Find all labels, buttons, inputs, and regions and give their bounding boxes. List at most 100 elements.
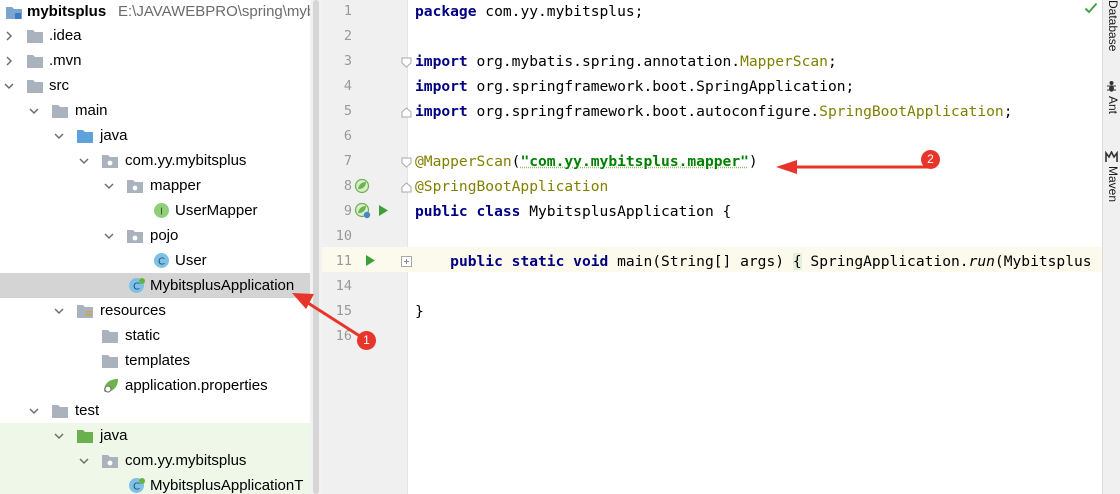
code-line-9[interactable]: public class MybitsplusApplication { [415, 199, 731, 224]
tree-item-static[interactable]: static [0, 323, 310, 348]
code-token: org.springframework.boot.SpringApplicati… [467, 78, 855, 95]
tree-item-root[interactable]: mybitsplus E:\JAVAWEBPRO\spring\mybt [0, 0, 319, 24]
folder-icon [51, 102, 69, 119]
tree-item-test-java[interactable]: java [0, 423, 322, 448]
tree-scrollbar-thumb[interactable] [313, 0, 319, 494]
tool-window-ant-tab[interactable]: Ant [1103, 96, 1120, 114]
tree-item-label: main [75, 102, 108, 119]
tool-window-maven-tab[interactable]: Maven [1103, 166, 1120, 202]
chevron-down-icon[interactable] [52, 298, 66, 323]
test-source-folder-icon [76, 427, 94, 444]
tree-item-resources[interactable]: resources [0, 298, 310, 323]
code-token: com.yy.mybitsplus; [476, 3, 644, 20]
code-line-3[interactable]: import org.mybatis.spring.annotation.Map… [415, 49, 837, 74]
run-icon[interactable] [365, 254, 376, 272]
fold-start-icon[interactable] [401, 155, 412, 168]
tree-item-mvn[interactable]: .mvn [0, 48, 310, 73]
code-token: @MapperScan [415, 153, 512, 170]
run-icon[interactable] [378, 204, 389, 222]
spring-bean-gutter-icon[interactable] [354, 202, 372, 224]
line-number: 11 [335, 253, 352, 269]
code-token: (Mybitsplus [994, 253, 1092, 270]
chevron-down-icon[interactable] [52, 123, 66, 148]
tree-item-java[interactable]: java [0, 123, 310, 148]
code-line-4[interactable]: import org.springframework.boot.SpringAp… [415, 74, 854, 99]
tree-item-label: src [49, 77, 69, 94]
folder-icon [26, 77, 44, 94]
tree-item-label: com.yy.mybitsplus [125, 452, 247, 469]
tree-item-label: User [175, 252, 207, 269]
chevron-down-icon[interactable] [102, 173, 116, 198]
right-tool-strip [1102, 0, 1120, 494]
code-token: public class [415, 203, 521, 220]
chevron-down-icon[interactable] [77, 148, 91, 173]
line-number: 6 [343, 128, 352, 144]
code-token: public static void [450, 253, 609, 270]
tree-item-package[interactable]: com.yy.mybitsplus [0, 148, 310, 173]
fold-expand-icon[interactable] [401, 254, 412, 267]
tree-item-mybitsplusapplication[interactable]: C MybitsplusApplication [0, 273, 322, 298]
tree-item-usermapper[interactable]: I UserMapper [0, 198, 310, 223]
code-token: main(String[] args) [608, 253, 793, 270]
tree-item-application-properties[interactable]: application.properties [0, 373, 310, 398]
tree-item-idea[interactable]: .idea [0, 23, 310, 48]
class-icon-letter: C [133, 282, 140, 293]
fold-end-icon[interactable] [401, 180, 412, 193]
tree-item-templates[interactable]: templates [0, 348, 310, 373]
code-line-5[interactable]: import org.springframework.boot.autoconf… [415, 99, 1012, 124]
line-number: 9 [343, 203, 352, 219]
tree-item-pojo[interactable]: pojo [0, 223, 310, 248]
package-icon [101, 152, 119, 169]
annotation-badge-2: 2 [921, 150, 940, 169]
code-token: import [415, 103, 468, 120]
chevron-down-icon[interactable] [27, 98, 41, 123]
code-token: import [415, 53, 468, 70]
tree-item-label: MybitsplusApplicationT [150, 477, 304, 494]
tree-item-test[interactable]: test [0, 398, 310, 423]
tree-item-label: java [100, 127, 128, 144]
resources-folder-icon [76, 302, 94, 319]
tree-item-label: static [125, 327, 161, 344]
tree-item-user[interactable]: C User [0, 248, 310, 273]
tree-item-label: resources [100, 302, 166, 319]
tree-item-mapper[interactable]: mapper [0, 173, 310, 198]
line-number: 2 [343, 28, 352, 44]
tool-window-database-tab[interactable]: Database [1103, 0, 1120, 51]
properties-file-icon [102, 377, 120, 394]
code-token: run [968, 253, 995, 270]
package-icon [126, 177, 144, 194]
chevron-down-icon[interactable] [2, 73, 16, 98]
spring-boot-class-icon: C [128, 277, 146, 294]
code-line-7[interactable]: @MapperScan("com.yy.mybitsplus.mapper") [415, 149, 758, 174]
class-icon-letter: C [158, 257, 165, 268]
chevron-down-icon[interactable] [27, 398, 41, 423]
chevron-down-icon[interactable] [52, 423, 66, 448]
spring-bean-gutter-icon[interactable] [354, 178, 370, 199]
tree-item-label: java [100, 427, 128, 444]
code-line-1[interactable]: package com.yy.mybitsplus; [415, 0, 643, 24]
package-icon [101, 452, 119, 469]
code-line-15[interactable]: } [415, 299, 424, 324]
chevron-down-icon[interactable] [102, 223, 116, 248]
tree-item-src[interactable]: src [0, 73, 310, 98]
class-icon-letter: C [133, 482, 140, 493]
chevron-right-icon[interactable] [2, 23, 16, 48]
tree-item-main[interactable]: main [0, 98, 310, 123]
fold-end-icon[interactable] [401, 105, 412, 118]
fold-start-icon[interactable] [401, 55, 412, 68]
folder-icon [101, 327, 119, 344]
chevron-right-icon[interactable] [2, 48, 16, 73]
chevron-down-icon[interactable] [77, 448, 91, 473]
tree-item-application-tests[interactable]: C MybitsplusApplicationT [0, 473, 322, 494]
tree-item-label: .mvn [49, 52, 82, 69]
code-token: ; [1003, 103, 1013, 120]
code-line-11[interactable]: public static void main(String[] args) {… [415, 249, 1092, 274]
package-icon [126, 227, 144, 244]
tree-root-path: E:\JAVAWEBPRO\spring\mybt [118, 3, 320, 20]
module-folder-icon [5, 3, 23, 20]
code-line-8[interactable]: @SpringBootApplication [415, 174, 608, 199]
tree-item-label: pojo [150, 227, 179, 244]
line-number: 10 [335, 228, 352, 244]
tree-item-test-package[interactable]: com.yy.mybitsplus [0, 448, 322, 473]
